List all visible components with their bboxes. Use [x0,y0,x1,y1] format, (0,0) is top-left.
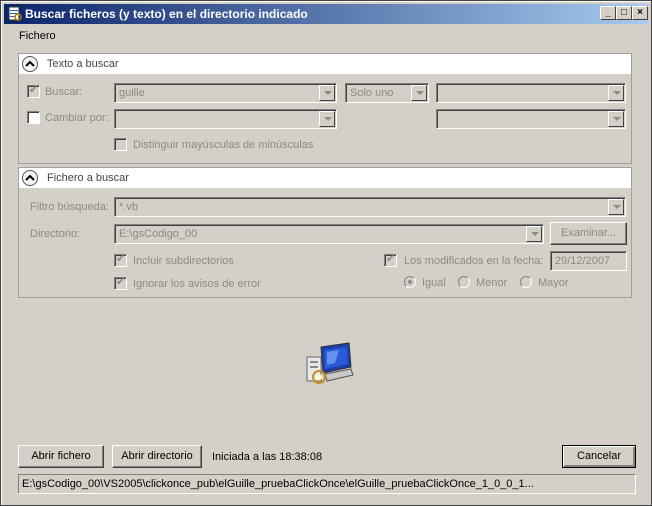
chevron-up-icon [25,174,35,181]
search-mode-combo[interactable]: Solo uno [345,83,429,103]
app-icon [8,6,22,21]
radio-igual-label: Igual [422,277,446,289]
open-directory-button[interactable]: Abrir directorio [112,445,202,468]
include-subdirs-label: Incluir subdirectorios [133,255,234,267]
browse-button[interactable]: Examinar... [550,222,627,245]
status-text: Iniciada a las 18:38:08 [212,451,323,463]
modified-date-checkbox[interactable]: ✔ [384,253,397,267]
text-search-section: Texto a buscar ✔ Buscar: guille Solo uno… [18,53,632,164]
statusbar-path: E:\gsCodigo_00\VS2005\clickonce_pub\elGu… [22,478,534,490]
ignore-errors-checkbox[interactable]: ✔ [114,276,127,290]
menu-bar: Fichero [4,26,648,45]
radio-menor-label: Menor [476,277,508,289]
radio-menor[interactable] [458,276,470,288]
dropdown-arrow-icon[interactable] [608,85,624,101]
modified-date-label: Los modificados en la fecha: [404,255,544,267]
text-section-title: Texto a buscar [47,58,119,70]
radio-mayor-label: Mayor [538,277,569,289]
case-sensitive-checkbox[interactable] [114,138,127,151]
search-computer-icon [306,342,354,384]
directory-value: E:\gsCodigo_00 [119,228,198,240]
collapse-text-section-button[interactable] [22,56,38,72]
case-sensitive-label: Distinguir mayúsculas de minúsculas [133,139,314,151]
checkmark-icon: ✔ [29,84,39,96]
checkmark-icon: ✔ [386,253,396,265]
replace-extra-combo[interactable] [436,109,626,129]
search-checkbox[interactable]: ✔ [27,84,40,98]
radio-mayor[interactable] [520,276,532,288]
dropdown-arrow-icon[interactable] [319,85,335,101]
directory-label: Directorio: [30,228,81,240]
title-bar[interactable]: Buscar ficheros (y texto) en el director… [4,4,648,24]
close-button[interactable]: × [632,6,648,20]
text-section-header: Texto a buscar [19,54,631,75]
open-file-button[interactable]: Abrir fichero [18,445,104,468]
directory-combo[interactable]: E:\gsCodigo_00 [114,224,544,244]
include-subdirs-checkbox[interactable]: ✔ [114,253,127,267]
window-title: Buscar ficheros (y texto) en el director… [25,7,308,21]
filter-value: *.vb [119,201,138,213]
ignore-errors-label: Ignorar los avisos de error [133,278,261,290]
filter-combo[interactable]: *.vb [114,197,626,217]
search-value: guille [119,87,145,99]
replace-combo[interactable] [114,109,337,129]
checkmark-icon: ✔ [116,276,126,288]
radio-igual[interactable] [404,276,416,288]
date-value: 29/12/2007 [555,255,611,267]
replace-checkbox[interactable] [27,111,40,124]
main-window: Buscar ficheros (y texto) en el director… [0,0,652,506]
menu-fichero[interactable]: Fichero [19,30,56,42]
collapse-file-section-button[interactable] [22,170,38,186]
status-bar: E:\gsCodigo_00\VS2005\clickonce_pub\elGu… [18,474,636,494]
maximize-button[interactable]: □ [616,6,632,20]
dropdown-arrow-icon[interactable] [411,85,427,101]
checkmark-icon: ✔ [116,253,126,265]
dropdown-arrow-icon[interactable] [608,199,624,215]
dropdown-arrow-icon[interactable] [319,111,335,127]
file-search-section: Fichero a buscar Filtro búsqueda: *.vb D… [18,167,632,298]
search-extra-combo[interactable] [436,83,626,103]
minimize-button[interactable]: _ [600,6,616,20]
search-label: Buscar: [45,86,83,98]
file-section-header: Fichero a buscar [19,168,631,189]
filter-label: Filtro búsqueda: [30,201,109,213]
dropdown-arrow-icon[interactable] [526,226,542,242]
search-combo[interactable]: guille [114,83,337,103]
replace-label: Cambiar por: [45,112,109,124]
dropdown-arrow-icon[interactable] [608,111,624,127]
cancel-button[interactable]: Cancelar [562,445,636,468]
date-input[interactable]: 29/12/2007 [550,251,627,271]
chevron-up-icon [25,60,35,67]
search-mode-value: Solo uno [350,87,394,99]
file-section-title: Fichero a buscar [47,172,129,184]
